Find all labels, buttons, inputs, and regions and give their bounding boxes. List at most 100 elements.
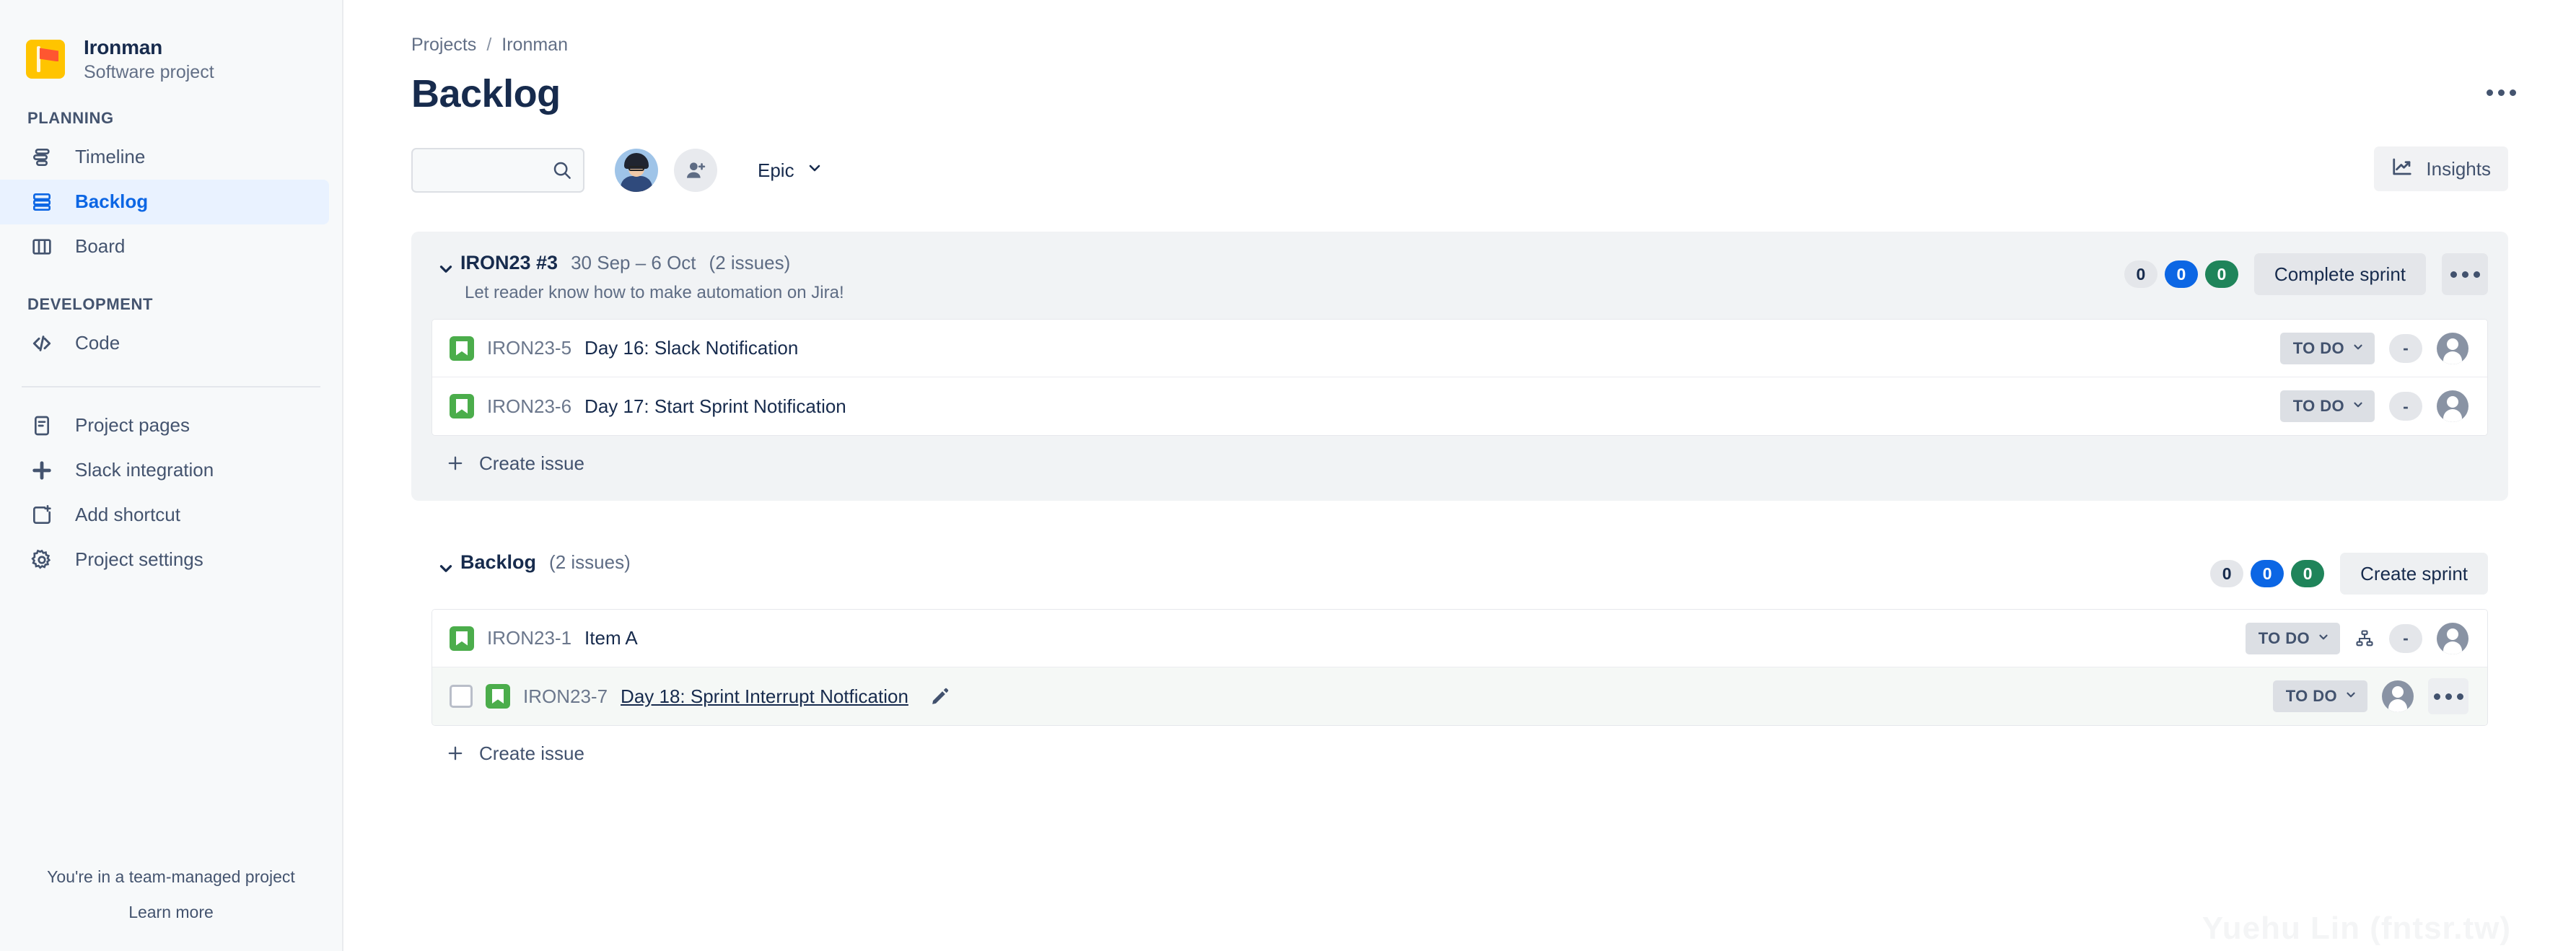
row-more-button[interactable]	[2428, 678, 2468, 714]
epic-filter-dropdown[interactable]: Epic	[748, 152, 833, 189]
sidebar-item-add-shortcut[interactable]: Add shortcut	[0, 493, 329, 538]
project-name: Ironman	[84, 36, 163, 58]
gear-icon	[27, 545, 56, 574]
sidebar-item-label: Project settings	[75, 548, 203, 571]
assignee-avatar[interactable]	[2437, 622, 2468, 654]
more-horizontal-icon	[2433, 693, 2463, 700]
chevron-down-icon	[806, 159, 823, 182]
sprint-section: IRON23 #3 30 Sep – 6 Oct (2 issues) Let …	[411, 232, 2508, 501]
table-row[interactable]: IRON23-6 Day 17: Start Sprint Notificati…	[432, 377, 2487, 435]
status-badge[interactable]: TO DO	[2272, 680, 2367, 712]
sidebar-item-backlog[interactable]: Backlog	[0, 179, 329, 224]
status-badge[interactable]: TO DO	[2279, 390, 2375, 422]
story-points-chip[interactable]: -	[2389, 623, 2422, 653]
insights-button[interactable]: Insights	[2374, 146, 2508, 191]
issue-key[interactable]: IRON23-5	[487, 337, 571, 359]
sidebar-item-label: Add shortcut	[75, 504, 180, 526]
sidebar-item-label: Slack integration	[75, 459, 214, 481]
add-shortcut-icon	[27, 501, 56, 530]
backlog-issue-count: (2 issues)	[549, 551, 631, 573]
chevron-down-icon	[2317, 629, 2330, 648]
more-horizontal-icon	[2486, 89, 2516, 96]
create-sprint-button[interactable]: Create sprint	[2340, 553, 2488, 595]
backlog-header: Backlog (2 issues) 0 0 0 Create sprint	[431, 551, 2488, 595]
badge-todo-count[interactable]: 0	[2124, 260, 2157, 288]
search-input[interactable]	[426, 160, 551, 180]
sidebar-item-label: Project pages	[75, 414, 190, 437]
edit-pencil-icon[interactable]	[930, 686, 950, 706]
table-row[interactable]: IRON23-7 Day 18: Sprint Interrupt Notfic…	[432, 667, 2487, 725]
plus-icon	[444, 452, 466, 474]
add-person-icon[interactable]	[674, 149, 717, 192]
create-issue-label: Create issue	[479, 742, 584, 764]
backlog-status-badges: 0 0 0	[2210, 560, 2325, 587]
story-type-icon	[450, 336, 474, 361]
avatar[interactable]	[615, 149, 658, 192]
sidebar-item-code[interactable]: Code	[0, 321, 329, 366]
issue-key[interactable]: IRON23-7	[523, 685, 608, 708]
create-issue-label: Create issue	[479, 452, 584, 474]
search-icon	[551, 159, 573, 181]
assignee-avatar[interactable]	[2437, 390, 2468, 422]
sidebar-item-project-pages[interactable]: Project pages	[0, 403, 329, 448]
story-points-chip[interactable]: -	[2389, 333, 2422, 363]
sprint-issue-count: (2 issues)	[709, 252, 791, 273]
badge-done-count[interactable]: 0	[2291, 560, 2325, 587]
issue-key[interactable]: IRON23-1	[487, 627, 571, 649]
sidebar-item-label: Board	[75, 235, 126, 258]
assignee-avatar[interactable]	[2382, 680, 2414, 712]
backlog-name: Backlog	[460, 551, 537, 573]
child-issues-icon[interactable]	[2354, 628, 2375, 649]
breadcrumb: Projects / Ironman	[411, 0, 2508, 56]
sidebar-item-timeline[interactable]: Timeline	[0, 135, 329, 180]
flag-icon	[26, 40, 65, 79]
badge-inprogress-count[interactable]: 0	[2251, 560, 2284, 587]
learn-more-link[interactable]: Learn more	[0, 903, 342, 922]
breadcrumb-ironman[interactable]: Ironman	[501, 35, 568, 56]
status-badge[interactable]: TO DO	[2279, 332, 2375, 364]
complete-sprint-button[interactable]: Complete sprint	[2253, 253, 2426, 295]
backlog-collapse-toggle[interactable]	[431, 554, 460, 583]
story-type-icon	[486, 684, 510, 709]
issue-summary[interactable]: Day 16: Slack Notification	[584, 337, 798, 359]
backlog-create-issue-button[interactable]: Create issue	[431, 726, 2488, 781]
sprint-issue-list: IRON23-5 Day 16: Slack Notification TO D…	[431, 319, 2488, 436]
issue-summary[interactable]: Item A	[584, 627, 638, 649]
breadcrumb-projects[interactable]: Projects	[411, 35, 476, 56]
sidebar-item-project-settings[interactable]: Project settings	[0, 538, 329, 582]
table-row[interactable]: IRON23-1 Item A TO DO -	[432, 610, 2487, 667]
issue-summary[interactable]: Day 17: Start Sprint Notification	[584, 395, 846, 418]
pages-icon	[27, 411, 56, 440]
status-label: TO DO	[2292, 338, 2344, 357]
story-points-chip[interactable]: -	[2389, 392, 2422, 421]
table-row[interactable]: IRON23-5 Day 16: Slack Notification TO D…	[432, 320, 2487, 377]
sprint-status-badges: 0 0 0	[2124, 260, 2238, 288]
sprint-name: IRON23 #3	[460, 252, 558, 273]
issue-summary[interactable]: Day 18: Sprint Interrupt Notfication	[621, 685, 908, 708]
watermark: Yuehu Lin (fntsr.tw)	[2202, 911, 2511, 946]
breadcrumb-separator: /	[486, 35, 492, 55]
sprint-create-issue-button[interactable]: Create issue	[431, 436, 2488, 491]
search-box[interactable]	[411, 148, 584, 193]
sidebar-item-label: Timeline	[75, 146, 146, 168]
nav-section-development-title: DEVELOPMENT	[27, 294, 154, 313]
app-root: Ironman Software project PLANNING Timeli…	[0, 0, 2576, 951]
code-icon	[27, 329, 56, 358]
more-horizontal-icon	[2450, 271, 2480, 278]
assignee-avatar[interactable]	[2437, 332, 2468, 364]
issue-key[interactable]: IRON23-6	[487, 395, 571, 418]
badge-inprogress-count[interactable]: 0	[2164, 260, 2198, 288]
project-header[interactable]: Ironman Software project	[0, 0, 342, 83]
badge-todo-count[interactable]: 0	[2210, 560, 2244, 587]
row-checkbox[interactable]	[450, 685, 473, 708]
sidebar-item-board[interactable]: Board	[0, 224, 329, 269]
sidebar-item-slack-integration[interactable]: Slack integration	[0, 448, 329, 493]
badge-done-count[interactable]: 0	[2204, 260, 2238, 288]
page-title: Backlog	[411, 72, 561, 115]
board-icon	[27, 232, 56, 261]
page-more-button[interactable]	[2478, 69, 2524, 115]
sprint-collapse-toggle[interactable]	[431, 255, 460, 284]
sprint-more-button[interactable]	[2442, 253, 2488, 295]
status-badge[interactable]: TO DO	[2245, 622, 2340, 654]
timeline-icon	[27, 143, 56, 172]
